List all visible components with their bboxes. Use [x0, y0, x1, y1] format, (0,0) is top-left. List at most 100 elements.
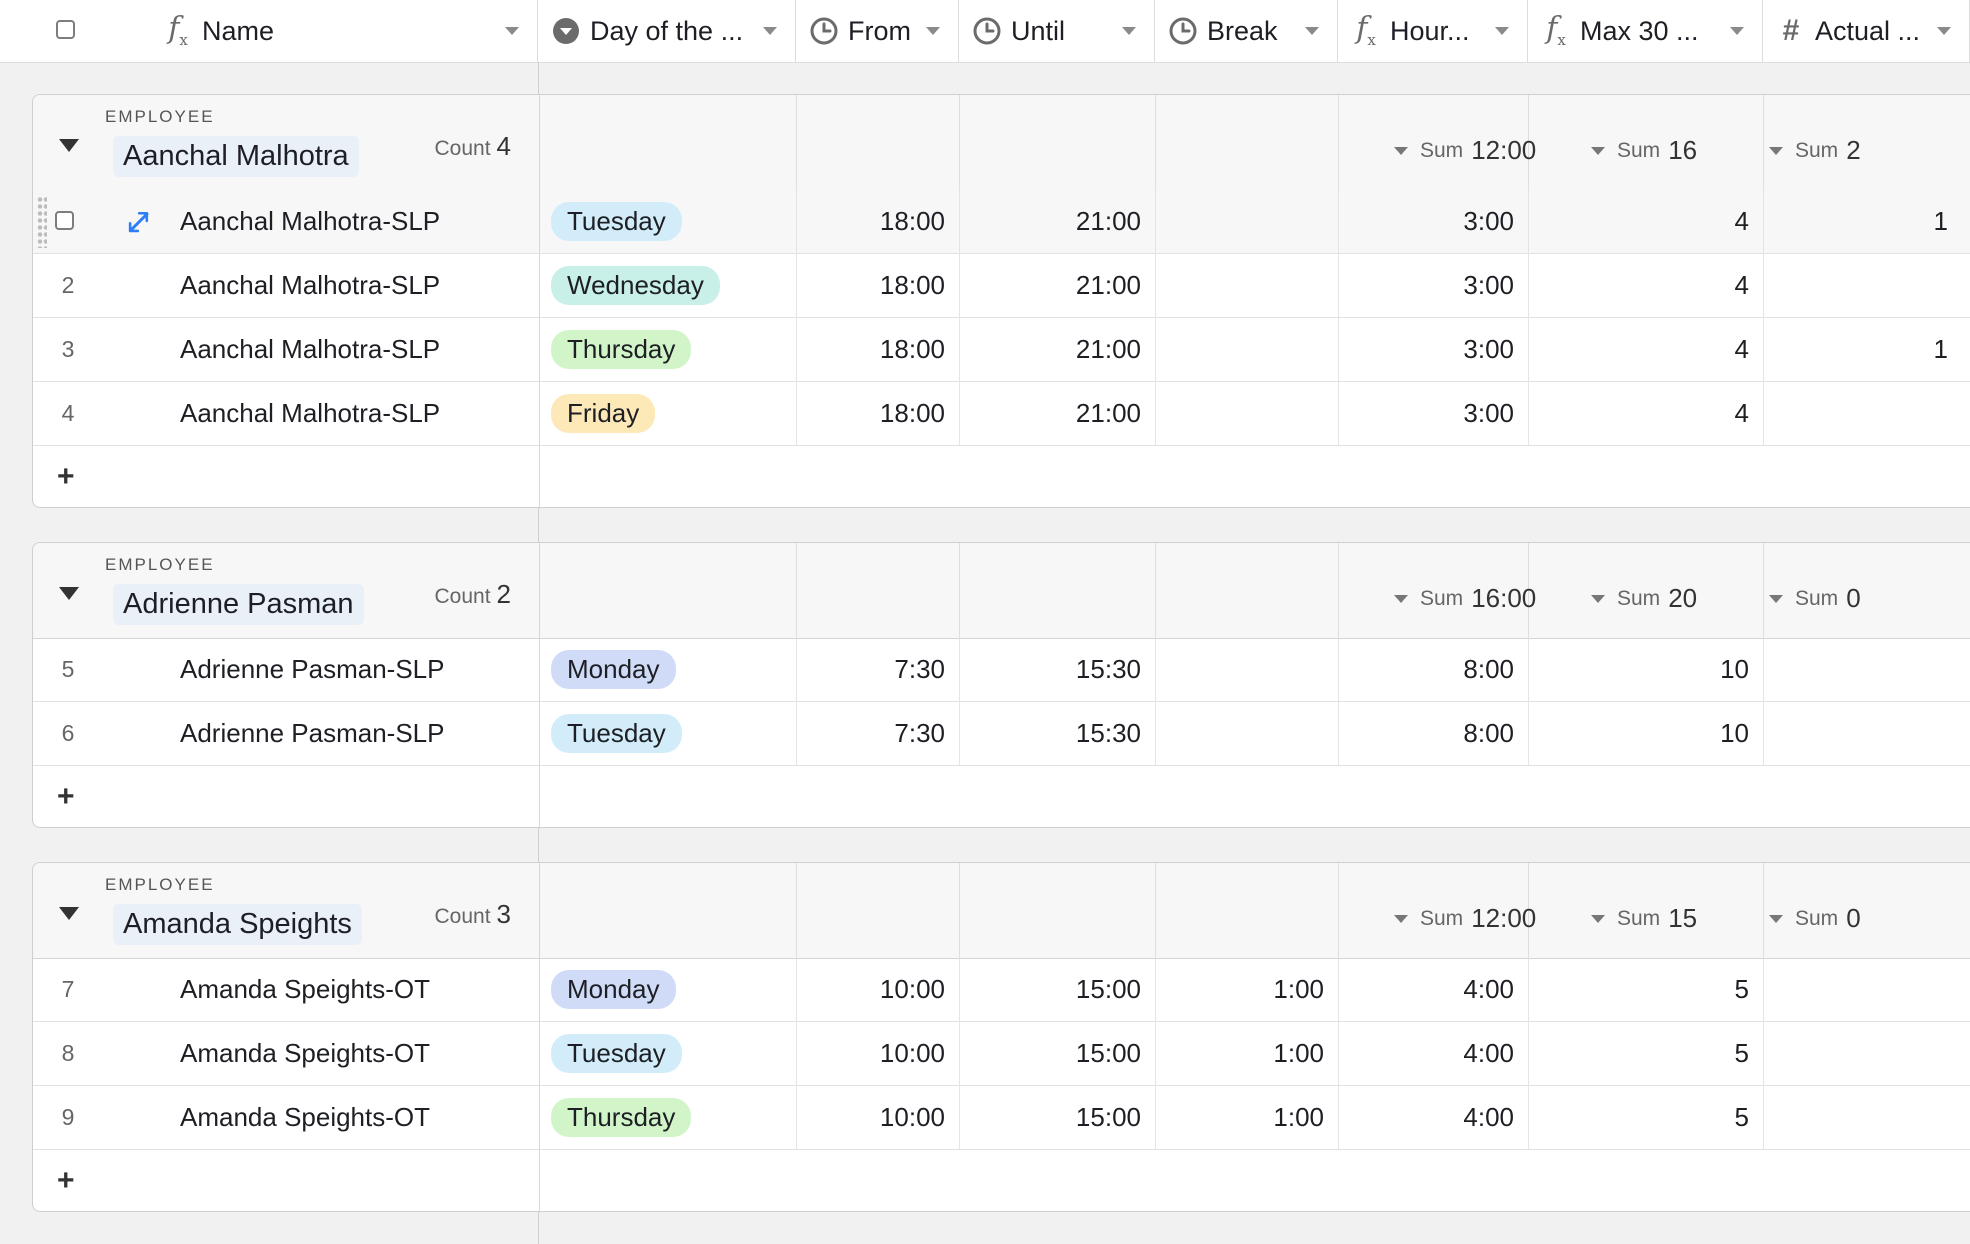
add-record-icon[interactable]: +: [57, 460, 75, 494]
break-cell[interactable]: [1156, 382, 1339, 445]
max30-cell[interactable]: 4: [1529, 254, 1764, 317]
actual-cell[interactable]: [1764, 1022, 1970, 1085]
max30-cell[interactable]: 10: [1529, 702, 1764, 765]
day-cell[interactable]: Tuesday: [539, 702, 797, 765]
collapse-triangle-icon[interactable]: [59, 139, 79, 152]
table-row[interactable]: 4 Aanchal Malhotra-SLP Friday 18:00 21:00 3:0…: [33, 382, 1970, 446]
table-row[interactable]: 6 Adrienne Pasman-SLP Tuesday 7:30 15:30 8:00…: [33, 702, 1970, 766]
from-cell[interactable]: 18:00: [797, 382, 960, 445]
until-cell[interactable]: 15:00: [960, 1022, 1156, 1085]
actual-cell[interactable]: [1764, 1086, 1970, 1149]
max30-cell[interactable]: 5: [1529, 1086, 1764, 1149]
until-cell[interactable]: 21:00: [960, 382, 1156, 445]
until-cell[interactable]: 15:00: [960, 958, 1156, 1021]
break-cell[interactable]: 1:00: [1156, 958, 1339, 1021]
column-header-hours[interactable]: fx Hour...: [1338, 0, 1528, 62]
from-cell[interactable]: 7:30: [797, 638, 960, 701]
add-record-icon[interactable]: +: [57, 780, 75, 814]
drag-handle-icon[interactable]: [37, 196, 47, 248]
max30-cell[interactable]: 5: [1529, 958, 1764, 1021]
break-cell[interactable]: 1:00: [1156, 1022, 1339, 1085]
collapse-triangle-icon[interactable]: [59, 587, 79, 600]
actual-cell[interactable]: [1764, 638, 1970, 701]
day-cell[interactable]: Tuesday: [539, 190, 797, 253]
break-cell[interactable]: [1156, 254, 1339, 317]
group-sum-hours[interactable]: Sum 12:00: [1394, 903, 1536, 934]
table-row[interactable]: Aanchal Malhotra-SLP Tuesday 18:00 21:00 3:0…: [33, 190, 1970, 254]
name-cell[interactable]: Amanda Speights-OT: [180, 1022, 430, 1085]
table-row[interactable]: 3 Aanchal Malhotra-SLP Thursday 18:00 21:00 3…: [33, 318, 1970, 382]
table-row[interactable]: 5 Adrienne Pasman-SLP Monday 7:30 15:30 8:00 1…: [33, 638, 1970, 702]
table-row[interactable]: 7 Amanda Speights-OT Monday 10:00 15:00 1:00 4…: [33, 958, 1970, 1022]
actual-cell[interactable]: [1764, 958, 1970, 1021]
break-cell[interactable]: [1156, 638, 1339, 701]
day-cell[interactable]: Tuesday: [539, 1022, 797, 1085]
from-cell[interactable]: 10:00: [797, 1086, 960, 1149]
name-cell[interactable]: Adrienne Pasman-SLP: [180, 638, 444, 701]
max30-cell[interactable]: 4: [1529, 318, 1764, 381]
until-cell[interactable]: 21:00: [960, 318, 1156, 381]
day-cell[interactable]: Thursday: [539, 1086, 797, 1149]
from-cell[interactable]: 10:00: [797, 958, 960, 1021]
name-cell[interactable]: Aanchal Malhotra-SLP: [180, 254, 440, 317]
until-cell[interactable]: 21:00: [960, 190, 1156, 253]
table-row[interactable]: 2 Aanchal Malhotra-SLP Wednesday 18:00 21:00…: [33, 254, 1970, 318]
name-cell[interactable]: Aanchal Malhotra-SLP: [180, 318, 440, 381]
table-row[interactable]: 9 Amanda Speights-OT Thursday 10:00 15:00 1:0…: [33, 1086, 1970, 1150]
chevron-down-icon[interactable]: [1305, 27, 1319, 35]
break-cell[interactable]: 1:00: [1156, 1086, 1339, 1149]
group-sum-hours[interactable]: Sum 12:00: [1394, 135, 1536, 166]
chevron-down-icon[interactable]: [763, 27, 777, 35]
actual-cell[interactable]: [1764, 254, 1970, 317]
group-sum-max30[interactable]: Sum 15: [1591, 903, 1697, 934]
max30-cell[interactable]: 5: [1529, 1022, 1764, 1085]
name-cell[interactable]: Aanchal Malhotra-SLP: [180, 382, 440, 445]
from-cell[interactable]: 7:30: [797, 702, 960, 765]
name-cell[interactable]: Aanchal Malhotra-SLP: [180, 190, 440, 253]
column-header-actual[interactable]: # Actual ...: [1763, 0, 1970, 62]
actual-cell[interactable]: [1764, 702, 1970, 765]
until-cell[interactable]: 15:30: [960, 702, 1156, 765]
add-record-row[interactable]: +: [33, 446, 1970, 507]
hours-cell[interactable]: 3:00: [1339, 190, 1529, 253]
hours-cell[interactable]: 3:00: [1339, 382, 1529, 445]
group-sum-actual[interactable]: Sum 0: [1769, 583, 1861, 614]
until-cell[interactable]: 15:00: [960, 1086, 1156, 1149]
until-cell[interactable]: 15:30: [960, 638, 1156, 701]
hours-cell[interactable]: 4:00: [1339, 1022, 1529, 1085]
day-cell[interactable]: Monday: [539, 638, 797, 701]
hours-cell[interactable]: 3:00: [1339, 254, 1529, 317]
from-cell[interactable]: 18:00: [797, 254, 960, 317]
name-cell[interactable]: Adrienne Pasman-SLP: [180, 702, 444, 765]
actual-cell[interactable]: [1764, 382, 1970, 445]
chevron-down-icon[interactable]: [1730, 27, 1744, 35]
expand-record-icon[interactable]: [125, 208, 153, 236]
group-sum-hours[interactable]: Sum 16:00: [1394, 583, 1536, 614]
name-cell[interactable]: Amanda Speights-OT: [180, 958, 430, 1021]
column-header-until[interactable]: Until: [959, 0, 1155, 62]
max30-cell[interactable]: 4: [1529, 190, 1764, 253]
from-cell[interactable]: 18:00: [797, 318, 960, 381]
break-cell[interactable]: [1156, 190, 1339, 253]
name-cell[interactable]: Amanda Speights-OT: [180, 1086, 430, 1149]
hours-cell[interactable]: 4:00: [1339, 958, 1529, 1021]
actual-cell[interactable]: 1: [1764, 318, 1970, 381]
chevron-down-icon[interactable]: [1937, 27, 1951, 35]
hours-cell[interactable]: 3:00: [1339, 318, 1529, 381]
from-cell[interactable]: 10:00: [797, 1022, 960, 1085]
add-record-row[interactable]: +: [33, 766, 1970, 827]
hours-cell[interactable]: 8:00: [1339, 638, 1529, 701]
group-sum-actual[interactable]: Sum 2: [1769, 135, 1861, 166]
chevron-down-icon[interactable]: [926, 27, 940, 35]
column-header-from[interactable]: From: [796, 0, 959, 62]
table-row[interactable]: 8 Amanda Speights-OT Tuesday 10:00 15:00 1:00…: [33, 1022, 1970, 1086]
max30-cell[interactable]: 10: [1529, 638, 1764, 701]
column-header-max30[interactable]: fx Max 30 ...: [1528, 0, 1763, 62]
actual-cell[interactable]: 1: [1764, 190, 1970, 253]
column-header-break[interactable]: Break: [1155, 0, 1338, 62]
hours-cell[interactable]: 8:00: [1339, 702, 1529, 765]
chevron-down-icon[interactable]: [1495, 27, 1509, 35]
day-cell[interactable]: Thursday: [539, 318, 797, 381]
collapse-triangle-icon[interactable]: [59, 907, 79, 920]
day-cell[interactable]: Wednesday: [539, 254, 797, 317]
